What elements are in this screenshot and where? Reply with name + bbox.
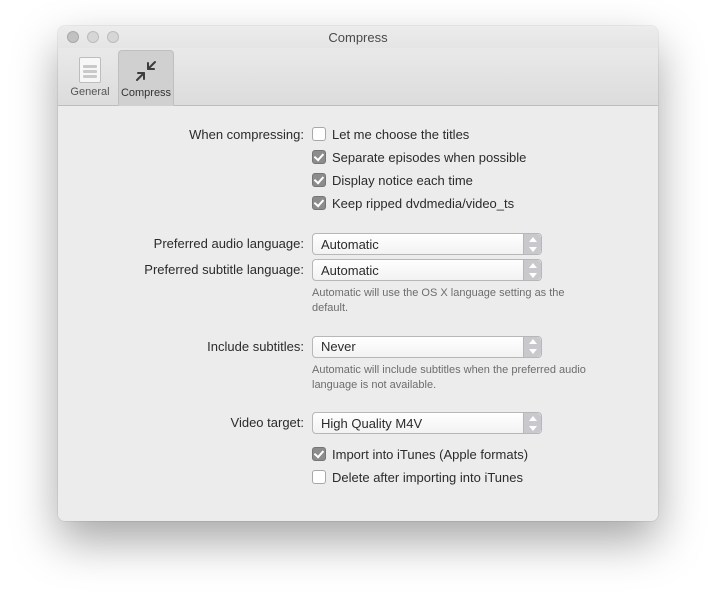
- subtitle-language-select[interactable]: Automatic: [312, 259, 542, 281]
- subtitle-language-hint: Automatic will use the OS X language set…: [312, 286, 592, 316]
- select-stepper-icon: [523, 337, 541, 357]
- include-subtitles-select[interactable]: Never: [312, 336, 542, 358]
- video-target-select[interactable]: High Quality M4V: [312, 412, 542, 434]
- traffic-lights: [67, 31, 119, 43]
- select-stepper-icon: [523, 234, 541, 254]
- checkbox-keep-ripped-label: Keep ripped dvdmedia/video_ts: [332, 196, 514, 211]
- checkbox-separate-episodes[interactable]: [312, 150, 326, 164]
- zoom-button[interactable]: [107, 31, 119, 43]
- checkbox-delete-after-import-label: Delete after importing into iTunes: [332, 470, 523, 485]
- compress-icon: [132, 57, 160, 85]
- form-body: When compressing: Let me choose the titl…: [58, 106, 658, 521]
- toolbar: General Compress: [58, 48, 658, 106]
- checkbox-choose-titles[interactable]: [312, 127, 326, 141]
- checkbox-display-notice[interactable]: [312, 173, 326, 187]
- select-stepper-icon: [523, 413, 541, 433]
- audio-language-label: Preferred audio language:: [80, 233, 312, 251]
- checkbox-choose-titles-label: Let me choose the titles: [332, 127, 469, 142]
- tab-compress[interactable]: Compress: [118, 50, 174, 106]
- window-title: Compress: [58, 30, 658, 45]
- subtitle-language-label: Preferred subtitle language:: [80, 259, 312, 277]
- minimize-button[interactable]: [87, 31, 99, 43]
- checkbox-delete-after-import[interactable]: [312, 470, 326, 484]
- tab-general[interactable]: General: [62, 49, 118, 105]
- checkbox-import-itunes[interactable]: [312, 447, 326, 461]
- select-stepper-icon: [523, 260, 541, 280]
- video-target-label: Video target:: [80, 412, 312, 430]
- titlebar: Compress: [58, 26, 658, 48]
- tab-general-label: General: [70, 86, 109, 98]
- checkbox-import-itunes-label: Import into iTunes (Apple formats): [332, 447, 528, 462]
- subtitle-language-value: Automatic: [321, 263, 379, 278]
- general-icon: [76, 56, 104, 84]
- preferences-window: Compress General Compress: [58, 26, 658, 521]
- close-button[interactable]: [67, 31, 79, 43]
- audio-language-select[interactable]: Automatic: [312, 233, 542, 255]
- tab-compress-label: Compress: [121, 87, 171, 99]
- audio-language-value: Automatic: [321, 237, 379, 252]
- checkbox-keep-ripped[interactable]: [312, 196, 326, 210]
- include-subtitles-label: Include subtitles:: [80, 336, 312, 354]
- video-target-value: High Quality M4V: [321, 416, 422, 431]
- include-subtitles-hint: Automatic will include subtitles when th…: [312, 363, 592, 393]
- checkbox-display-notice-label: Display notice each time: [332, 173, 473, 188]
- checkbox-separate-episodes-label: Separate episodes when possible: [332, 150, 526, 165]
- include-subtitles-value: Never: [321, 339, 356, 354]
- when-compressing-label: When compressing:: [80, 124, 312, 142]
